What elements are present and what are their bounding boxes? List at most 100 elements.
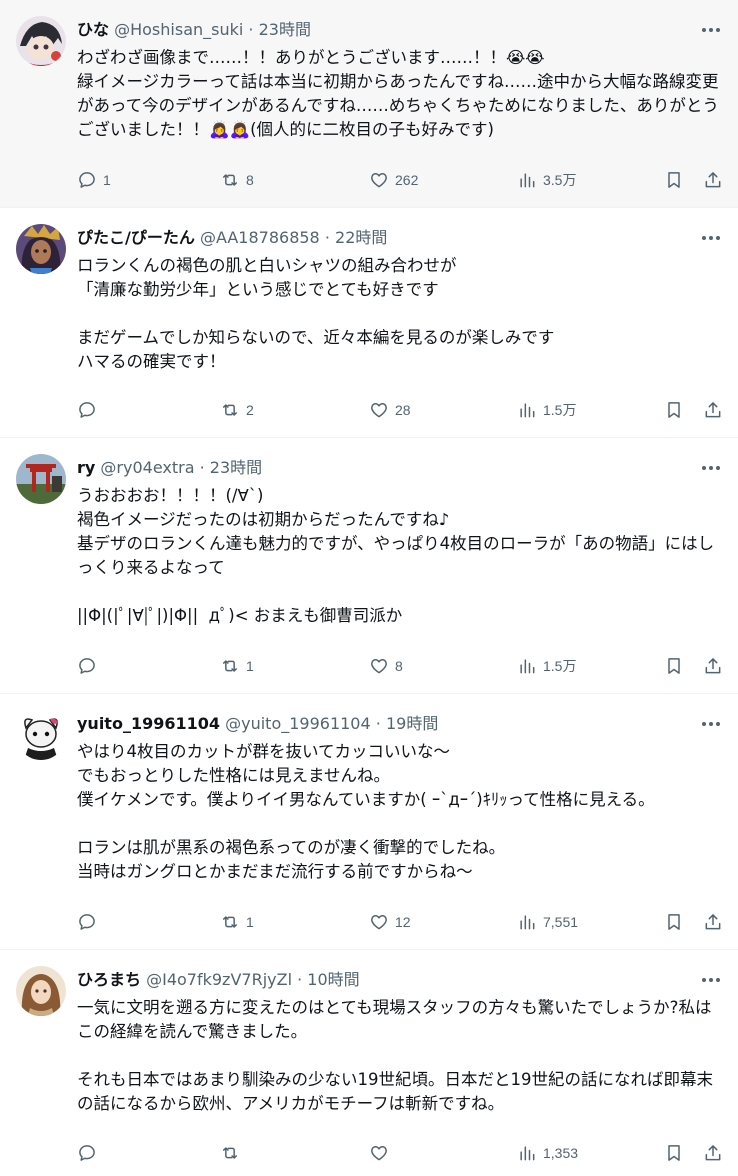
view-count: 1.5万 bbox=[543, 402, 577, 418]
display-name[interactable]: ひろまち bbox=[77, 970, 141, 989]
user-handle[interactable]: @I4o7fk9zV7RjyZl bbox=[146, 970, 292, 989]
avatar[interactable] bbox=[16, 710, 66, 760]
heart-icon bbox=[371, 659, 387, 674]
like-button[interactable]: 28 bbox=[369, 398, 411, 422]
bookmark-icon bbox=[668, 1145, 680, 1161]
avatar[interactable] bbox=[16, 16, 66, 66]
more-dots-icon[interactable] bbox=[700, 20, 722, 40]
bookmark-button[interactable] bbox=[664, 654, 684, 678]
post-time[interactable]: 23時間 bbox=[259, 20, 311, 39]
view-count: 3.5万 bbox=[543, 172, 577, 188]
more-dots-icon[interactable] bbox=[700, 458, 722, 478]
like-count: 8 bbox=[395, 658, 403, 674]
post-time[interactable]: 22時間 bbox=[335, 228, 387, 247]
views-icon bbox=[520, 403, 535, 418]
views-button[interactable]: 3.5万 bbox=[517, 168, 576, 192]
reply-icon bbox=[79, 402, 95, 418]
post-time[interactable]: 10時間 bbox=[307, 970, 359, 989]
views-button[interactable]: 1,353 bbox=[517, 1141, 578, 1165]
more-dots-icon[interactable] bbox=[700, 228, 722, 248]
avatar-image bbox=[16, 710, 66, 760]
repost-button[interactable]: 2 bbox=[220, 398, 254, 422]
views-icon bbox=[520, 1146, 535, 1161]
bookmark-button[interactable] bbox=[664, 1141, 684, 1165]
post-time[interactable]: 19時間 bbox=[386, 714, 438, 733]
share-icon bbox=[705, 914, 721, 930]
reply-icon bbox=[79, 1145, 95, 1161]
reply-button[interactable] bbox=[77, 1141, 103, 1165]
repost-icon bbox=[223, 660, 237, 672]
heart-icon bbox=[371, 1146, 387, 1161]
post-header: ひろまち @I4o7fk9zV7RjyZl · 10時間 bbox=[77, 968, 678, 992]
avatar[interactable] bbox=[16, 454, 66, 504]
repost-button[interactable]: 8 bbox=[220, 168, 254, 192]
reply-button[interactable] bbox=[77, 654, 103, 678]
avatar-image bbox=[16, 454, 66, 504]
views-icon bbox=[520, 915, 535, 930]
repost-count: 2 bbox=[246, 402, 254, 418]
reply-button[interactable]: 1 bbox=[77, 168, 111, 192]
repost-icon bbox=[223, 916, 237, 928]
post[interactable]: ぴたこ/ぴーたん @AA18786858 · 22時間 ロランくんの褐色の肌と白… bbox=[0, 208, 738, 438]
avatar[interactable] bbox=[16, 224, 66, 274]
user-handle[interactable]: @Hoshisan_suki bbox=[114, 20, 243, 39]
share-button[interactable] bbox=[703, 654, 723, 678]
display-name[interactable]: ぴたこ/ぴーたん bbox=[77, 228, 195, 247]
repost-button[interactable]: 1 bbox=[220, 654, 254, 678]
reply-button[interactable] bbox=[77, 398, 103, 422]
reply-button[interactable] bbox=[77, 910, 103, 934]
separator-dot: · bbox=[324, 228, 330, 247]
repost-count: 1 bbox=[246, 658, 254, 674]
like-button[interactable]: 262 bbox=[369, 168, 418, 192]
separator-dot: · bbox=[248, 20, 254, 39]
views-icon bbox=[520, 173, 535, 188]
user-handle[interactable]: @ry04extra bbox=[100, 458, 194, 477]
post-header: yuito_19961104 @yuito_19961104 · 19時間 bbox=[77, 712, 678, 736]
bookmark-icon bbox=[668, 172, 680, 188]
reply-icon bbox=[79, 658, 95, 674]
bookmark-icon bbox=[668, 914, 680, 930]
user-handle[interactable]: @AA18786858 bbox=[200, 228, 320, 247]
like-button[interactable]: 8 bbox=[369, 654, 403, 678]
avatar[interactable] bbox=[16, 966, 66, 1016]
views-button[interactable]: 1.5万 bbox=[517, 398, 576, 422]
avatar-image bbox=[16, 224, 66, 274]
display-name[interactable]: ひな bbox=[77, 20, 109, 39]
share-button[interactable] bbox=[703, 910, 723, 934]
share-button[interactable] bbox=[703, 168, 723, 192]
views-button[interactable]: 1.5万 bbox=[517, 654, 576, 678]
bookmark-button[interactable] bbox=[664, 398, 684, 422]
repost-count: 8 bbox=[246, 172, 254, 188]
like-button[interactable] bbox=[369, 1141, 395, 1165]
bookmark-button[interactable] bbox=[664, 168, 684, 192]
share-icon bbox=[705, 402, 721, 418]
share-icon bbox=[705, 658, 721, 674]
like-button[interactable]: 12 bbox=[369, 910, 411, 934]
repost-button[interactable]: 1 bbox=[220, 910, 254, 934]
view-count: 1,353 bbox=[543, 1145, 579, 1161]
more-dots-icon[interactable] bbox=[700, 970, 722, 990]
bookmark-icon bbox=[668, 402, 680, 418]
post[interactable]: ひな @Hoshisan_suki · 23時間 わざわざ画像まで……！！ありが… bbox=[0, 0, 738, 208]
post-text-content: やはり4枚目のカットが群を抜いてカッコいいな～ でもおっとりした性格には見えませ… bbox=[77, 742, 655, 881]
post[interactable]: ひろまち @I4o7fk9zV7RjyZl · 10時間 一気に文明を遡る方に変… bbox=[0, 950, 738, 1176]
heart-icon bbox=[371, 173, 387, 188]
display-name[interactable]: yuito_19961104 bbox=[77, 714, 220, 733]
post-time[interactable]: 23時間 bbox=[210, 458, 262, 477]
reply-icon bbox=[79, 914, 95, 930]
bookmark-button[interactable] bbox=[664, 910, 684, 934]
like-count: 262 bbox=[395, 172, 419, 188]
display-name[interactable]: ry bbox=[77, 458, 95, 477]
views-button[interactable]: 7,551 bbox=[517, 910, 578, 934]
post[interactable]: yuito_19961104 @yuito_19961104 · 19時間 やは… bbox=[0, 694, 738, 950]
post[interactable]: ry @ry04extra · 23時間 うおおおお！！！！(/∀`) 褐色イメ… bbox=[0, 438, 738, 694]
share-button[interactable] bbox=[703, 1141, 723, 1165]
share-icon bbox=[705, 172, 721, 188]
user-handle[interactable]: @yuito_19961104 bbox=[225, 714, 371, 733]
more-dots-icon[interactable] bbox=[700, 714, 722, 734]
reply-icon bbox=[79, 172, 95, 188]
action-bar: 1 8 1.5万 bbox=[77, 654, 724, 678]
repost-button[interactable] bbox=[220, 1141, 246, 1165]
share-button[interactable] bbox=[703, 398, 723, 422]
view-count: 7,551 bbox=[543, 914, 579, 930]
